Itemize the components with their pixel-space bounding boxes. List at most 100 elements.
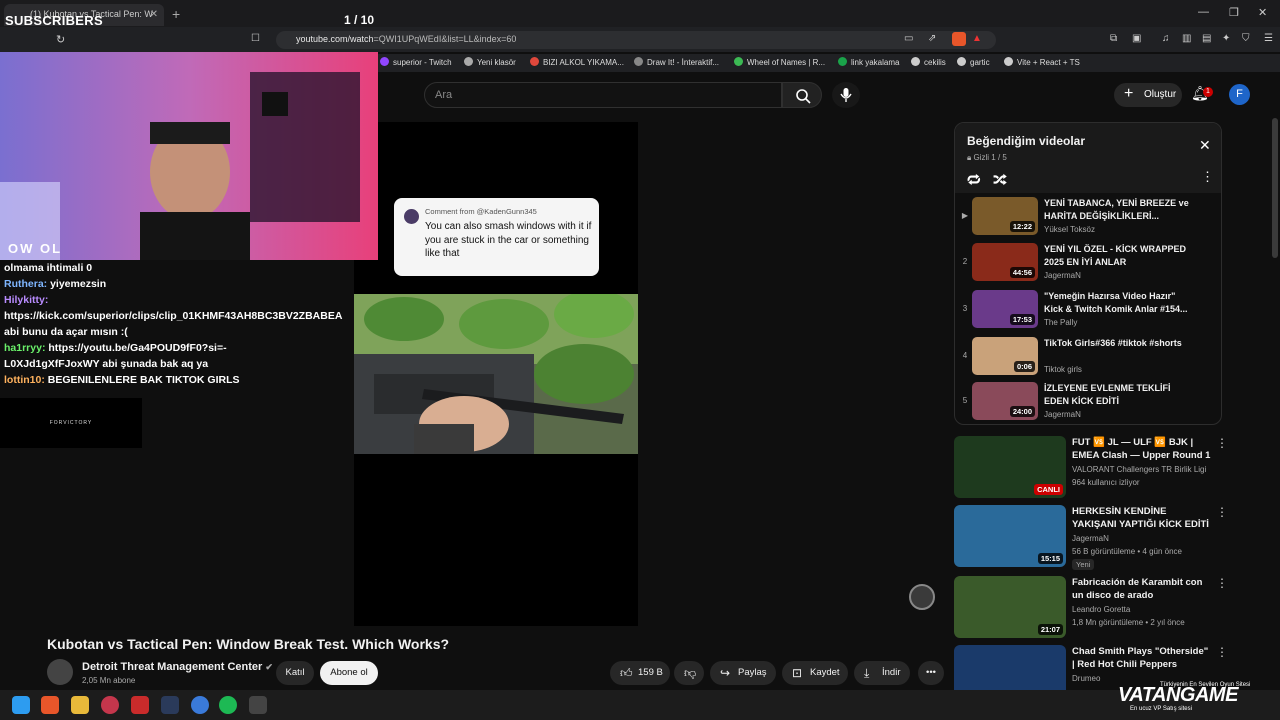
spotify-icon[interactable]	[219, 696, 237, 714]
steam-icon[interactable]	[161, 696, 179, 714]
cast-icon[interactable]: ▭	[904, 33, 913, 44]
more-options-icon[interactable]: ⋮	[1216, 505, 1228, 519]
more-options-icon[interactable]: ⋮	[1216, 436, 1228, 450]
duration-badge: 24:00	[1009, 406, 1035, 417]
url-field[interactable]: youtube.com/watch=QWI1UPqWEdI&list=LL&in…	[276, 31, 996, 49]
more-actions-button[interactable]: •••	[918, 661, 944, 685]
scrollbar[interactable]	[1272, 118, 1278, 258]
bookmark-favicon-icon	[530, 57, 539, 66]
more-icon: •••	[926, 667, 936, 678]
recommended-title: HERKESİN KENDİNE YAKIŞANI YAPTIĞI KİCK E…	[1072, 506, 1209, 530]
shuffle-icon[interactable]: 🔀︎	[993, 169, 1007, 190]
create-button[interactable]: + Oluştur	[1114, 83, 1182, 107]
leo-icon[interactable]: ✦	[1222, 33, 1230, 44]
reload-icon[interactable]: ↻	[56, 33, 65, 46]
recommended-video[interactable]: CANLI FUT 🆚 JL — ULF 🆚 BJK | EMEA Clash —…	[954, 436, 1228, 500]
close-icon[interactable]: ✕	[150, 9, 158, 20]
bookmark-icon[interactable]: ☐	[251, 33, 260, 44]
recommended-thumbnail: 21:07	[954, 576, 1066, 638]
join-button[interactable]: Katıl	[276, 661, 314, 685]
live-badge: CANLI	[1034, 484, 1063, 495]
webcam-image	[0, 52, 378, 260]
playlist-thumbnail: 44:56	[972, 243, 1038, 281]
media-icon[interactable]: ▣	[1132, 33, 1141, 44]
search-input[interactable]: Ara	[424, 82, 782, 108]
bookmark-item[interactable]: Vite + React + TS	[1004, 57, 1080, 67]
brave-shield-icon[interactable]	[952, 32, 966, 46]
bookmark-label: link yakalama	[851, 58, 900, 67]
wallet-icon[interactable]: ▤	[1202, 33, 1211, 44]
playlist-item[interactable]: 4 0:06 TikTok Girls#366 #tiktok #shorts Tik…	[955, 335, 1221, 379]
playlist-menu-icon[interactable]: ⋮	[1201, 169, 1214, 185]
playlist-item[interactable]: ▶ 12:22 YENİ TABANCA, YENİ BREEZE ve HARİT…	[955, 195, 1221, 239]
close-playlist-icon[interactable]: ✕	[1199, 137, 1211, 154]
bookmark-item[interactable]: Yeni klasör	[464, 57, 516, 67]
minimize-icon[interactable]: —	[1198, 6, 1209, 18]
subscribe-button[interactable]: Abone ol	[320, 661, 378, 685]
dislike-button[interactable]: 👎︎	[674, 661, 704, 685]
bookmark-item[interactable]: Draw It! - İnteraktif...	[634, 57, 719, 67]
duration-badge: 44:56	[1009, 267, 1035, 278]
playlist-item[interactable]: 3 17:53 "Yemeğin Hazırsa Video Hazır" Kick…	[955, 288, 1221, 332]
playlist-item[interactable]: 5 24:00 İZLEYENE EVLENME TEKLİFİ EDEN KİCK…	[955, 380, 1221, 424]
recommended-channel: JagermaN	[1072, 534, 1109, 543]
recommended-meta: 964 kullanıcı izliyor	[1072, 478, 1140, 487]
bookmark-item[interactable]: link yakalama	[838, 57, 899, 67]
menu-icon[interactable]: ☰	[1264, 33, 1273, 44]
more-options-icon[interactable]: ⋮	[1216, 645, 1228, 659]
channel-name[interactable]: Detroit Threat Management Center ✔	[82, 661, 273, 673]
record-icon[interactable]	[131, 696, 149, 714]
windows-start-icon[interactable]	[12, 696, 30, 714]
streamer-webcam	[0, 52, 378, 260]
recommended-meta: 1,8 Mn görüntüleme • 2 yıl önce	[1072, 618, 1185, 627]
playlist-item[interactable]: 2 44:56 YENİ YIL ÖZEL - KİCK WRAPPED 2025 …	[955, 241, 1221, 285]
bookmark-favicon-icon	[957, 57, 966, 66]
voice-search-button[interactable]	[832, 82, 860, 108]
bookmark-item[interactable]: Wheel of Names | R...	[734, 57, 825, 67]
mic-icon	[840, 88, 852, 102]
sponsor-banner: FORVICTORY	[0, 398, 142, 448]
tab-bar: (1) Kubotan vs Tactical Pen: W ✕ + — ❐ ✕	[0, 0, 1280, 27]
notification-badge: 1	[1203, 87, 1213, 97]
brave-icon[interactable]	[41, 696, 59, 714]
vpn-icon[interactable]: ⛉	[1242, 33, 1250, 44]
account-avatar[interactable]: F	[1229, 84, 1250, 105]
miniplayer-badge[interactable]	[909, 584, 935, 610]
like-button[interactable]: 👍︎ 159 B	[610, 661, 670, 685]
chat-message: lottin10: BEGENILENLERE BAK TIKTOK GIRLS	[0, 372, 356, 388]
download-button[interactable]: ⤓ İndir	[854, 661, 910, 685]
video-frame	[354, 294, 638, 454]
download-icon: ⤓	[864, 666, 870, 680]
bookmark-item[interactable]: superior - Twitch	[380, 57, 452, 67]
share-icon[interactable]: ⇗	[928, 33, 936, 44]
playlist-header: Beğendiğim videolar 🔒︎ Gizli 1 / 5 ✕ 🔁︎ …	[955, 123, 1221, 193]
duration-badge: 12:22	[1009, 221, 1035, 232]
loop-icon[interactable]: 🔁︎	[967, 169, 981, 190]
music-icon[interactable]: ♫	[1162, 33, 1170, 44]
playlist-thumbnail: 17:53	[972, 290, 1038, 328]
recommended-video[interactable]: 15:15 HERKESİN KENDİNE YAKIŞANI YAPTIĞI K…	[954, 505, 1228, 570]
bookmark-item[interactable]: cekilis	[911, 57, 946, 67]
more-options-icon[interactable]: ⋮	[1216, 576, 1228, 590]
rewards-icon[interactable]: ▲	[972, 33, 982, 44]
map-pin-icon[interactable]	[101, 696, 119, 714]
bookmark-item[interactable]: gartic	[957, 57, 990, 67]
plus-icon: +	[1124, 85, 1134, 102]
sidebar-icon[interactable]: ▥	[1182, 33, 1191, 44]
chat-message: olmama ihtimali 0	[0, 260, 356, 276]
channel-avatar[interactable]	[47, 659, 73, 685]
search-button[interactable]	[782, 82, 822, 108]
share-button[interactable]: ↪ Paylaş	[710, 661, 776, 685]
chat-username: lottin10:	[4, 374, 45, 386]
new-tab-icon[interactable]: +	[172, 6, 180, 22]
recommended-video[interactable]: 21:07 Fabricación de Karambit con un disc…	[954, 576, 1228, 640]
bookmark-item[interactable]: BIZI ALKOL YIKAMA...	[530, 57, 624, 67]
app-icon[interactable]	[249, 696, 267, 714]
save-button[interactable]: ⊡ Kaydet	[782, 661, 848, 685]
globe-icon[interactable]	[191, 696, 209, 714]
extensions-icon[interactable]: ⧉	[1110, 33, 1117, 44]
window-close-icon[interactable]: ✕	[1258, 6, 1267, 19]
restore-icon[interactable]: ❐	[1229, 6, 1239, 19]
share-label: Paylaş	[738, 667, 767, 678]
file-explorer-icon[interactable]	[71, 696, 89, 714]
